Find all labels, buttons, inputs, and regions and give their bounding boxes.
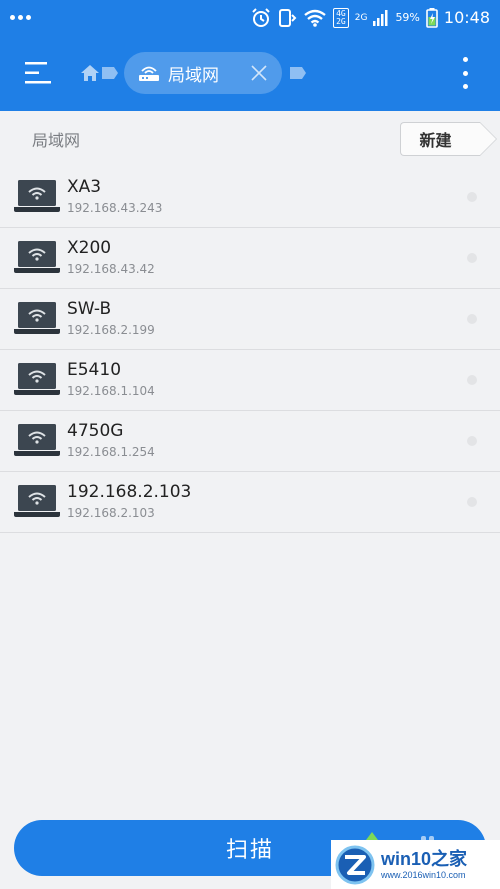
network-type-bottom: 2G — [336, 16, 346, 26]
device-row[interactable]: XA3 192.168.43.243 — [0, 167, 500, 228]
breadcrumb-separator-icon — [102, 67, 118, 79]
watermark-url: www.2016win10.com — [381, 870, 466, 880]
status-bar: 4G 2G 2G 59% 10:48 — [0, 0, 500, 35]
breadcrumb: 局域网 — [78, 35, 306, 111]
breadcrumb-lan-label: 局域网 — [168, 65, 219, 86]
device-row[interactable]: SW-B 192.168.2.199 — [0, 289, 500, 350]
section-header: 局域网 新建 — [0, 111, 500, 167]
device-row[interactable]: X200 192.168.43.42 — [0, 228, 500, 289]
device-row[interactable]: 192.168.2.103 192.168.2.103 — [0, 472, 500, 533]
home-icon — [81, 65, 99, 81]
device-ip: 192.168.2.199 — [67, 323, 155, 337]
laptop-wifi-icon — [14, 180, 60, 212]
laptop-wifi-icon — [14, 241, 60, 273]
status-time: 10:48 — [443, 8, 490, 27]
device-name: 4750G — [67, 421, 124, 441]
laptop-wifi-icon — [14, 485, 60, 517]
device-list: XA3 192.168.43.243 X200 192.168.43.42 SW… — [0, 167, 500, 533]
network-type-small: 2G — [354, 12, 368, 23]
device-name: XA3 — [67, 177, 102, 197]
status-dot-icon — [467, 497, 477, 507]
device-ip: 192.168.43.243 — [67, 201, 163, 215]
section-title: 局域网 — [32, 131, 81, 150]
laptop-wifi-icon — [14, 424, 60, 456]
notification-dots-icon — [10, 15, 31, 20]
status-icons: 4G 2G 2G 59% 10:48 — [251, 7, 490, 28]
laptop-wifi-icon — [14, 363, 60, 395]
alarm-icon — [252, 7, 270, 27]
signal-strength-icon — [373, 9, 388, 26]
device-ip: 192.168.1.104 — [67, 384, 155, 398]
router-icon — [139, 66, 159, 81]
hamburger-menu-icon — [25, 62, 51, 84]
status-dot-icon — [467, 253, 477, 263]
battery-percent: 59% — [395, 11, 420, 24]
device-name: X200 — [67, 238, 112, 258]
menu-button[interactable] — [0, 35, 78, 111]
device-ip: 192.168.1.254 — [67, 445, 155, 459]
breadcrumb-home[interactable] — [78, 65, 102, 81]
device-name: SW-B — [67, 299, 112, 319]
status-dot-icon — [467, 375, 477, 385]
breadcrumb-close-button[interactable] — [248, 62, 270, 84]
phone-vibrate-icon — [279, 8, 297, 27]
device-name: 192.168.2.103 — [67, 482, 192, 502]
more-options-button[interactable] — [458, 57, 472, 89]
win10-logo-icon — [335, 845, 375, 885]
breadcrumb-separator-icon — [290, 67, 306, 79]
status-dot-icon — [467, 314, 477, 324]
breadcrumb-lan-tab[interactable]: 局域网 — [124, 52, 282, 94]
device-row[interactable]: 4750G 192.168.1.254 — [0, 411, 500, 472]
device-row[interactable]: E5410 192.168.1.104 — [0, 350, 500, 411]
watermark-brand: win10之家 — [381, 849, 468, 869]
watermark: win10之家 www.2016win10.com — [331, 840, 500, 889]
device-ip: 192.168.2.103 — [67, 506, 155, 520]
battery-charging-icon — [426, 7, 438, 28]
app-bar: 局域网 — [0, 35, 500, 111]
device-name: E5410 — [67, 360, 122, 380]
device-ip: 192.168.43.42 — [67, 262, 155, 276]
wifi-icon — [304, 9, 326, 27]
close-icon — [251, 65, 267, 81]
new-button[interactable]: 新建 — [400, 122, 497, 156]
more-vertical-icon — [462, 57, 468, 62]
status-dot-icon — [467, 436, 477, 446]
status-dot-icon — [467, 192, 477, 202]
laptop-wifi-icon — [14, 302, 60, 334]
network-type-chip: 4G 2G — [333, 7, 349, 28]
